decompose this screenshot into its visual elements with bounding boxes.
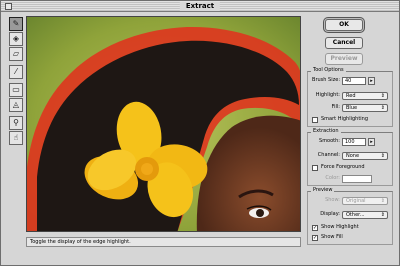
channel-value: None <box>346 153 360 159</box>
edge-touchup-tool-icon[interactable]: ◬ <box>9 98 23 112</box>
extraction-title: Extraction <box>311 128 341 135</box>
smooth-label: Smooth: <box>319 138 340 144</box>
edge-highlighter-tool-icon[interactable]: ✎ <box>9 17 23 31</box>
show-highlight-checkbox[interactable]: ✓ <box>312 225 318 231</box>
smooth-arrow-icon[interactable]: ▸ <box>368 138 375 146</box>
show-popup[interactable]: Original ⇕ <box>342 197 388 205</box>
display-label: Display: <box>320 211 340 217</box>
show-label: Show: <box>325 197 340 203</box>
smart-highlighting-checkbox[interactable] <box>312 117 318 123</box>
highlight-popup[interactable]: Red ⇕ <box>342 92 388 100</box>
image-preview-canvas[interactable] <box>26 16 301 232</box>
chevron-down-icon: ⇕ <box>380 93 385 99</box>
fill-label: Fill: <box>331 104 340 110</box>
eraser-tool-icon[interactable]: ▱ <box>9 47 23 61</box>
extract-dialog: Extract ✎ ◈ ▱ ⁄ ▭ ◬ ⚲ ☝ Toggle the displ… <box>0 0 400 266</box>
force-foreground-checkbox[interactable] <box>312 165 318 171</box>
display-value: Other... <box>346 212 365 218</box>
zoom-tool-icon[interactable]: ⚲ <box>9 116 23 130</box>
force-foreground-label: Force Foreground <box>321 164 365 170</box>
smart-highlighting-label: Smart Highlighting <box>321 116 369 122</box>
close-box[interactable] <box>5 3 12 10</box>
preview-button[interactable]: Preview <box>325 53 363 65</box>
eyedropper-tool-icon[interactable]: ⁄ <box>9 65 23 79</box>
chevron-down-icon: ⇕ <box>380 212 385 218</box>
preview-title: Preview <box>311 187 335 194</box>
color-label: Color: <box>325 175 340 181</box>
preview-group: Preview Show: Original ⇕ Display: Other..… <box>307 187 393 245</box>
highlight-label: Highlight: <box>315 92 340 98</box>
show-highlight-label: Show Highlight <box>321 224 359 230</box>
tool-palette: ✎ ◈ ▱ ⁄ ▭ ◬ ⚲ ☝ <box>9 17 24 149</box>
show-fill-label: Show Fill <box>321 234 343 240</box>
brush-size-arrow-icon[interactable]: ▸ <box>368 77 375 85</box>
ok-button[interactable]: OK <box>325 19 363 31</box>
extraction-group: Extraction Smooth: 100 ▸ Channel: None ⇕ … <box>307 128 393 186</box>
show-fill-checkbox[interactable]: ✓ <box>312 235 318 241</box>
channel-label: Channel: <box>317 152 340 158</box>
tool-options-group: Tool Options Brush Size: 40 ▸ Highlight:… <box>307 67 393 127</box>
show-value: Original <box>346 198 366 204</box>
window-title: Extract <box>179 2 221 11</box>
cancel-button[interactable]: Cancel <box>325 37 363 49</box>
display-popup[interactable]: Other... ⇕ <box>342 211 388 219</box>
title-bar[interactable]: Extract <box>1 1 399 12</box>
chevron-down-icon: ⇕ <box>380 198 385 204</box>
status-bar: Toggle the display of the edge highlight… <box>26 237 301 247</box>
fill-tool-icon[interactable]: ◈ <box>9 32 23 46</box>
photo-image <box>27 17 300 231</box>
cleanup-tool-icon[interactable]: ▭ <box>9 83 23 97</box>
chevron-down-icon: ⇕ <box>380 153 385 159</box>
channel-popup[interactable]: None ⇕ <box>342 152 388 160</box>
color-swatch[interactable] <box>342 175 372 183</box>
chevron-down-icon: ⇕ <box>380 105 385 111</box>
brush-size-field[interactable]: 40 <box>342 77 366 85</box>
hand-tool-icon[interactable]: ☝ <box>9 131 23 145</box>
fill-popup[interactable]: Blue ⇕ <box>342 104 388 112</box>
smooth-field[interactable]: 100 <box>342 138 366 146</box>
highlight-value: Red <box>346 93 356 99</box>
brush-size-label: Brush Size: <box>312 77 340 83</box>
tool-options-title: Tool Options <box>311 67 346 74</box>
fill-value: Blue <box>346 105 358 111</box>
